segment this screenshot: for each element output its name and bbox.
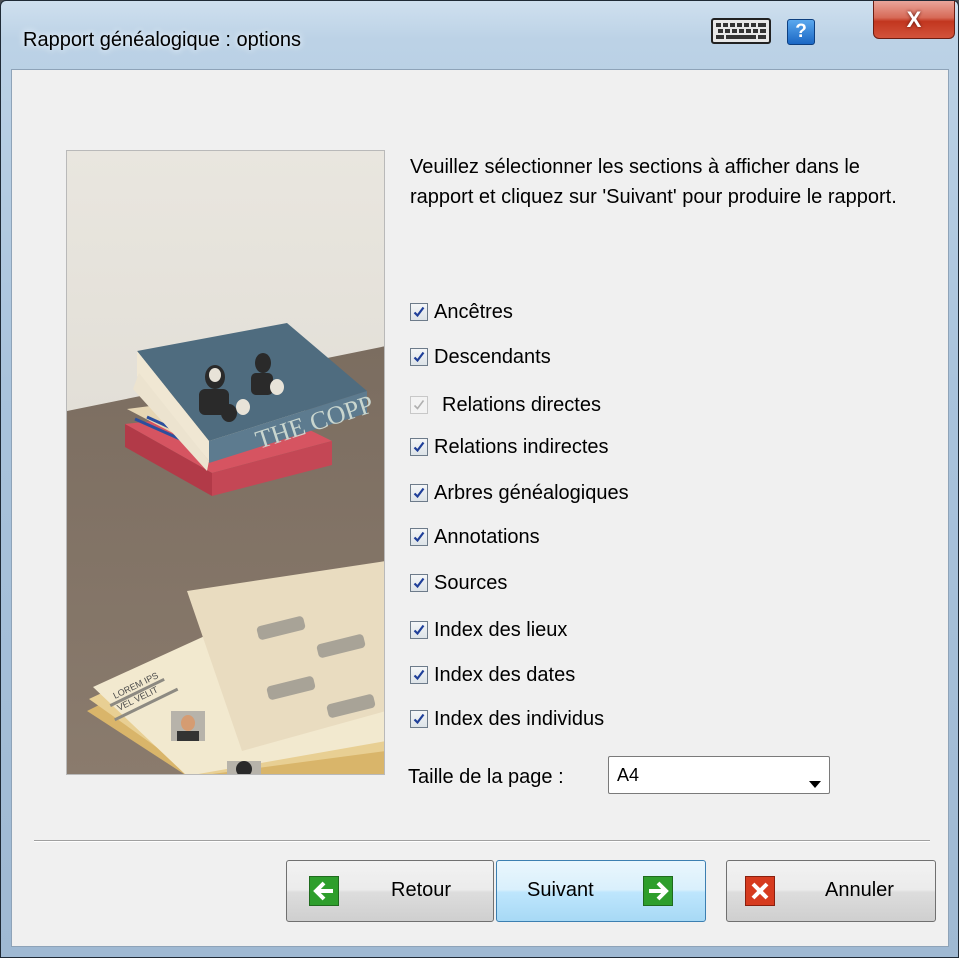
option-label: Ancêtres xyxy=(434,300,513,323)
keyboard-icon[interactable] xyxy=(709,17,773,45)
arrow-right-icon xyxy=(643,876,673,906)
cancel-button-label: Annuler xyxy=(825,879,894,901)
option-ancetres[interactable]: Ancêtres xyxy=(410,299,513,325)
option-label: Annotations xyxy=(434,525,540,548)
dialog-content: THE COPP LOREM IPS VEL VELIT Veuillez sé… xyxy=(11,69,949,947)
option-arbres-genealogiques[interactable]: Arbres généalogiques xyxy=(410,480,629,506)
option-sources[interactable]: Sources xyxy=(410,570,507,596)
option-relations-directes: Relations directes xyxy=(410,392,601,418)
checkbox-relations-indirectes[interactable] xyxy=(410,438,428,456)
option-label: Index des lieux xyxy=(434,618,568,641)
option-label: Relations directes xyxy=(442,393,601,416)
option-label: Descendants xyxy=(434,345,551,368)
option-label: Arbres généalogiques xyxy=(434,481,629,504)
chevron-down-icon[interactable] xyxy=(809,772,821,793)
option-annotations[interactable]: Annotations xyxy=(410,524,540,550)
checkbox-arbres-genealogiques[interactable] xyxy=(410,484,428,502)
checkbox-descendants[interactable] xyxy=(410,348,428,366)
option-index-des-dates[interactable]: Index des dates xyxy=(410,662,575,688)
arrow-left-icon xyxy=(309,876,339,906)
next-button[interactable]: Suivant xyxy=(496,860,706,922)
cancel-button[interactable]: Annuler xyxy=(726,860,936,922)
checkbox-annotations[interactable] xyxy=(410,528,428,546)
page-size-label: Taille de la page : xyxy=(408,766,564,788)
separator xyxy=(34,840,930,842)
window-title: Rapport généalogique : options xyxy=(23,29,301,51)
checkbox-index-des-dates[interactable] xyxy=(410,666,428,684)
checkbox-ancetres[interactable] xyxy=(410,303,428,321)
checkbox-index-des-lieux[interactable] xyxy=(410,621,428,639)
option-label: Sources xyxy=(434,571,508,594)
option-label: Index des dates xyxy=(434,663,576,686)
next-button-label: Suivant xyxy=(527,879,594,901)
checkbox-relations-directes xyxy=(410,396,428,414)
option-relations-indirectes[interactable]: Relations indirectes xyxy=(410,434,609,460)
close-button[interactable]: X xyxy=(873,1,955,39)
dialog-window: Rapport généalogique : options ? X THE C… xyxy=(0,0,959,958)
option-descendants[interactable]: Descendants xyxy=(410,344,551,370)
page-size-value: A4 xyxy=(617,765,640,785)
option-label: Index des individus xyxy=(434,707,605,730)
cancel-x-icon xyxy=(745,876,775,906)
illustration-image: THE COPP LOREM IPS VEL VELIT xyxy=(66,150,385,775)
instructions-text: Veuillez sélectionner les sections à aff… xyxy=(410,156,897,208)
back-button-label: Retour xyxy=(391,879,452,901)
back-button[interactable]: Retour xyxy=(286,860,494,922)
option-label: Relations indirectes xyxy=(434,435,609,458)
option-index-des-lieux[interactable]: Index des lieux xyxy=(410,617,567,643)
checkbox-sources[interactable] xyxy=(410,574,428,592)
title-bar[interactable]: Rapport généalogique : options ? X xyxy=(1,1,958,69)
option-index-des-individus[interactable]: Index des individus xyxy=(410,706,604,732)
checkbox-index-des-individus[interactable] xyxy=(410,710,428,728)
help-button[interactable]: ? xyxy=(787,19,815,45)
page-size-select[interactable]: A4 xyxy=(608,756,830,794)
